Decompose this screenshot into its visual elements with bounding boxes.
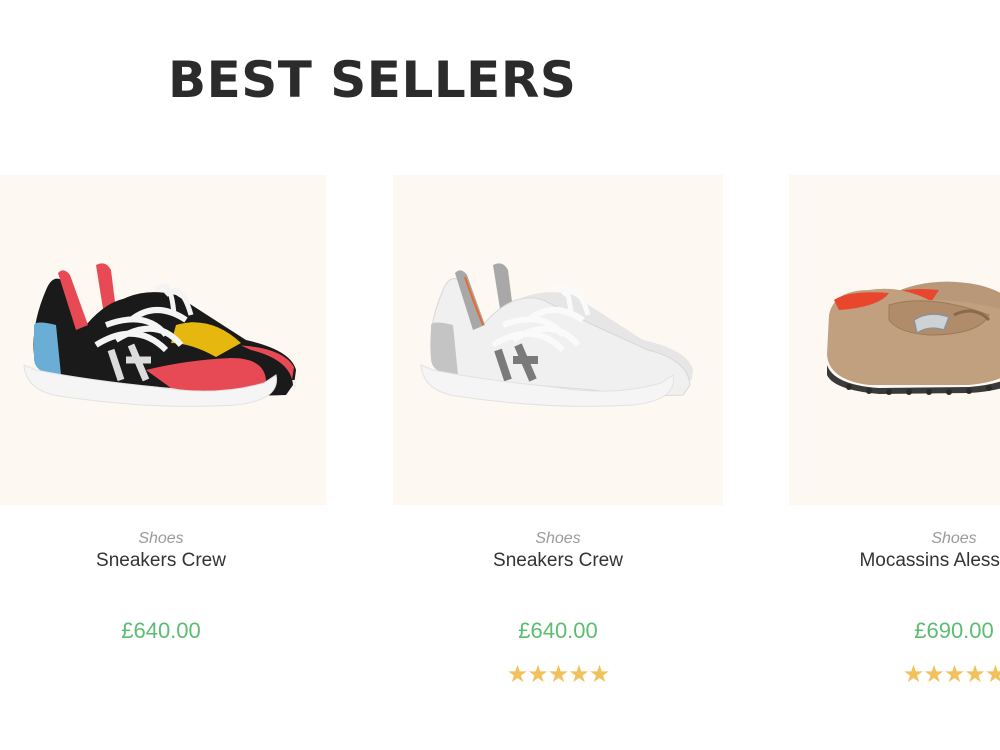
- product-image[interactable]: [789, 175, 1000, 505]
- product-name-link[interactable]: Mocassins Alessandro: [789, 549, 1000, 573]
- best-sellers-page: BEST SELLERS Shoes Sneakers Crew £640.00…: [0, 0, 1000, 750]
- white-sneaker-image: [420, 263, 693, 407]
- product-card[interactable]: Shoes Sneakers Crew £640.00 ★★★★★: [393, 175, 723, 695]
- star-rating: ★★★★★: [789, 662, 1000, 688]
- star-icon: ★: [943, 661, 965, 688]
- star-icon: ★: [964, 661, 985, 688]
- star-icon: ★: [568, 661, 589, 688]
- section-title: BEST SELLERS: [168, 51, 577, 109]
- product-name-link[interactable]: Sneakers Crew: [393, 549, 723, 573]
- star-icon: ★: [588, 661, 610, 688]
- star-icon: ★: [527, 661, 548, 688]
- product-image[interactable]: [393, 175, 723, 505]
- product-price: £690.00: [914, 618, 994, 643]
- product-image[interactable]: [0, 175, 326, 505]
- star-icon: ★: [547, 661, 569, 688]
- star-icon: ★: [984, 661, 1000, 688]
- star-icon: ★: [506, 661, 528, 688]
- tan-moccasin-image: [827, 281, 1000, 395]
- product-category: Shoes: [931, 530, 977, 547]
- product-category: Shoes: [535, 530, 581, 547]
- multicolor-sneaker-image: [23, 263, 296, 407]
- star-icon: ★: [923, 661, 944, 688]
- product-price: £640.00: [518, 618, 598, 643]
- product-name-link[interactable]: Sneakers Crew: [0, 549, 326, 573]
- product-price: £640.00: [121, 618, 201, 643]
- star-icon: ★: [902, 661, 924, 688]
- product-card[interactable]: Shoes Sneakers Crew £640.00: [0, 175, 326, 695]
- star-rating: ★★★★★: [393, 662, 723, 688]
- product-card[interactable]: Shoes Mocassins Alessandro £690.00 ★★★★★: [789, 175, 1000, 695]
- product-category: Shoes: [138, 530, 184, 547]
